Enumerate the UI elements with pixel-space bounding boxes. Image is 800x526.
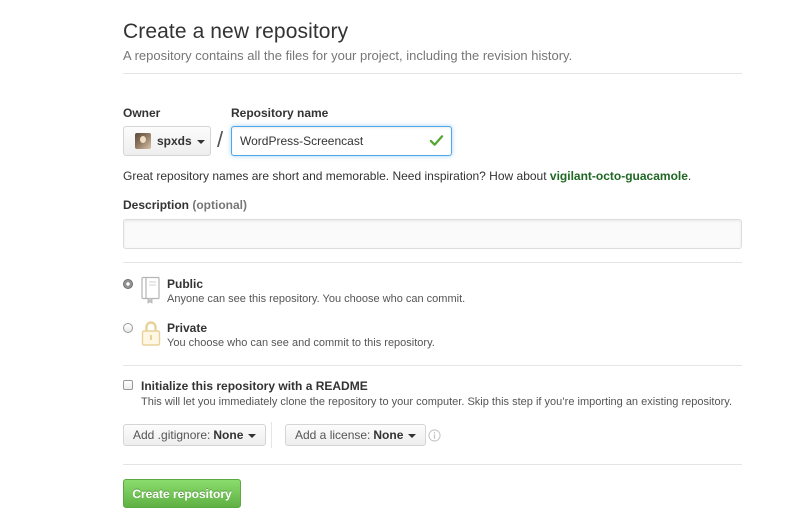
gitignore-label: Add .gitignore: [133,428,211,442]
gitignore-value: None [213,428,244,442]
description-label-text: Description [123,198,190,212]
description-label: Description (optional) [123,198,247,212]
private-radio[interactable] [123,323,133,333]
public-description: Anyone can see this repository. You choo… [167,293,466,305]
divider [123,464,742,465]
name-hint-text: Great repository names are short and mem… [123,169,550,183]
private-description: You choose who can see and commit to thi… [167,337,435,349]
caret-down-icon [196,139,205,144]
owner-name: spxds [157,134,192,148]
license-select-button[interactable]: Add a license: None [285,424,427,446]
owner-repo-separator: / [217,127,224,152]
license-value: None [373,428,404,442]
name-hint: Great repository names are short and mem… [123,169,691,183]
gitignore-select-button[interactable]: Add .gitignore: None [123,424,267,446]
repository-name-input[interactable] [231,126,452,156]
check-icon [429,135,444,146]
lock-icon [141,321,161,346]
readme-description: This will let you immediately clone the … [141,396,732,408]
repository-name-label: Repository name [231,106,329,120]
divider [123,73,742,74]
page-subtitle: A repository contains all the files for … [123,48,573,63]
caret-down-icon [408,433,417,438]
owner-select-button[interactable]: spxds [123,126,211,156]
public-title: Public [167,277,204,291]
vertical-divider [271,422,272,448]
create-repository-button[interactable]: Create repository [123,479,241,508]
repo-book-icon [141,276,160,304]
page-title: Create a new repository [123,20,349,43]
create-repository-page: Create a new repository A repository con… [0,0,800,526]
avatar [135,133,151,149]
readme-label[interactable]: Initialize this repository with a README [141,379,368,393]
name-hint-end: . [687,169,692,183]
readme-checkbox[interactable] [123,380,133,390]
divider [123,365,742,366]
private-title: Private [167,321,208,335]
license-label: Add a license: [295,428,371,442]
owner-label: Owner [123,106,161,120]
info-icon[interactable] [428,429,441,442]
caret-down-icon [248,433,257,438]
description-input[interactable] [123,219,742,249]
public-radio[interactable] [123,279,133,289]
divider [123,262,742,263]
name-suggestion-link[interactable]: vigilant-octo-guacamole [550,169,688,183]
optional-tag: (optional) [192,198,248,212]
